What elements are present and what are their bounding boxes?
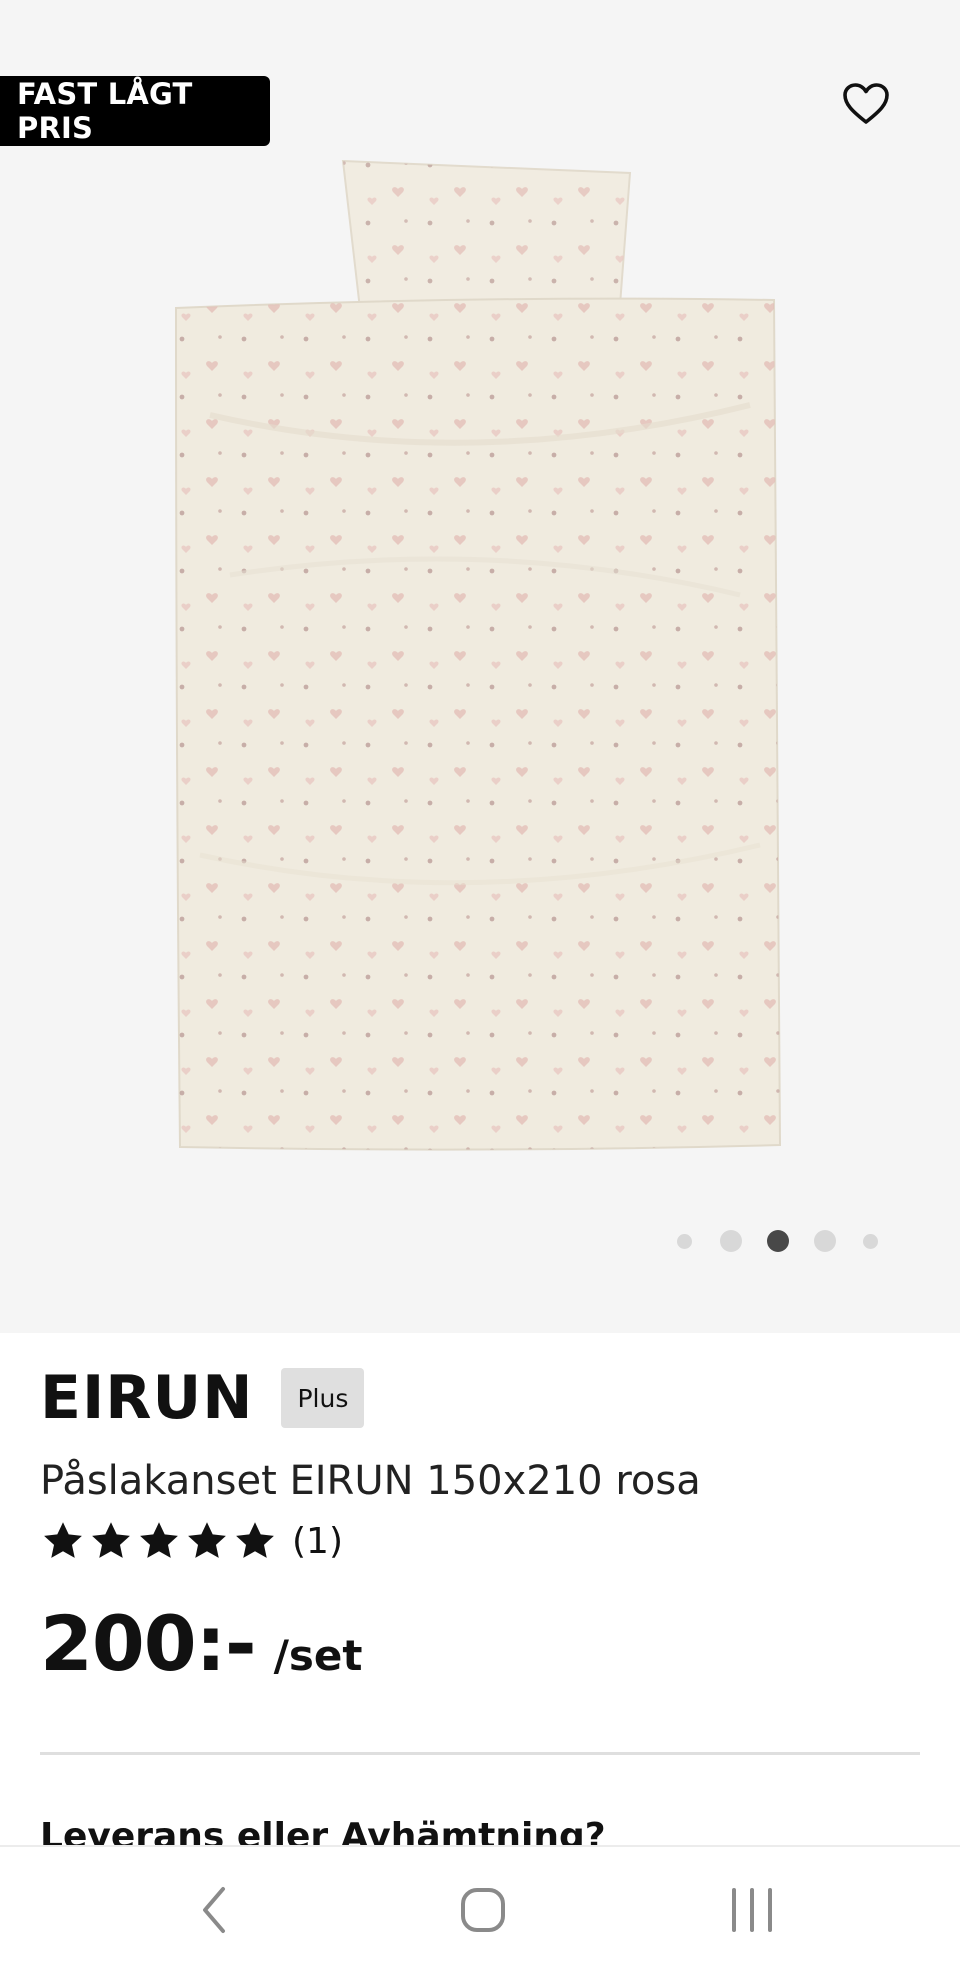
back-button[interactable] [135, 1847, 295, 1972]
product-description: Påslakanset EIRUN 150x210 rosa [40, 1458, 701, 1504]
rating[interactable]: (1) [40, 1519, 343, 1563]
star-icon [92, 1522, 130, 1558]
rating-count: (1) [292, 1520, 343, 1562]
back-chevron-icon [203, 1886, 225, 1933]
star-icon [140, 1522, 178, 1558]
pagination-dot[interactable] [863, 1234, 878, 1249]
pagination-dot[interactable] [814, 1230, 836, 1252]
price-value: 200:- [40, 1599, 257, 1688]
divider [40, 1752, 920, 1755]
heart-icon [843, 83, 889, 124]
home-button[interactable] [403, 1847, 563, 1972]
fast-lagt-pris-badge: FAST LÅGT PRIS [0, 76, 270, 146]
star-icon [236, 1522, 274, 1558]
home-icon [461, 1887, 505, 1932]
pagination-dot[interactable] [677, 1234, 692, 1249]
star-icon [188, 1522, 226, 1558]
pagination-dot-active[interactable] [767, 1230, 789, 1252]
price-unit: /set [273, 1631, 363, 1680]
system-navigation-bar [0, 1845, 960, 1972]
product-image [174, 159, 782, 1151]
product-image-gallery[interactable]: FAST LÅGT PRIS [0, 0, 960, 1333]
price: 200:- /set [40, 1599, 362, 1688]
recents-button[interactable] [672, 1847, 832, 1972]
recents-icon [732, 1887, 772, 1932]
product-name: EIRUN [40, 1363, 254, 1433]
image-pagination [660, 1226, 900, 1256]
pagination-dot[interactable] [720, 1230, 742, 1252]
favorite-button[interactable] [836, 76, 896, 132]
star-icon [44, 1522, 82, 1558]
plus-tag: Plus [281, 1368, 365, 1428]
